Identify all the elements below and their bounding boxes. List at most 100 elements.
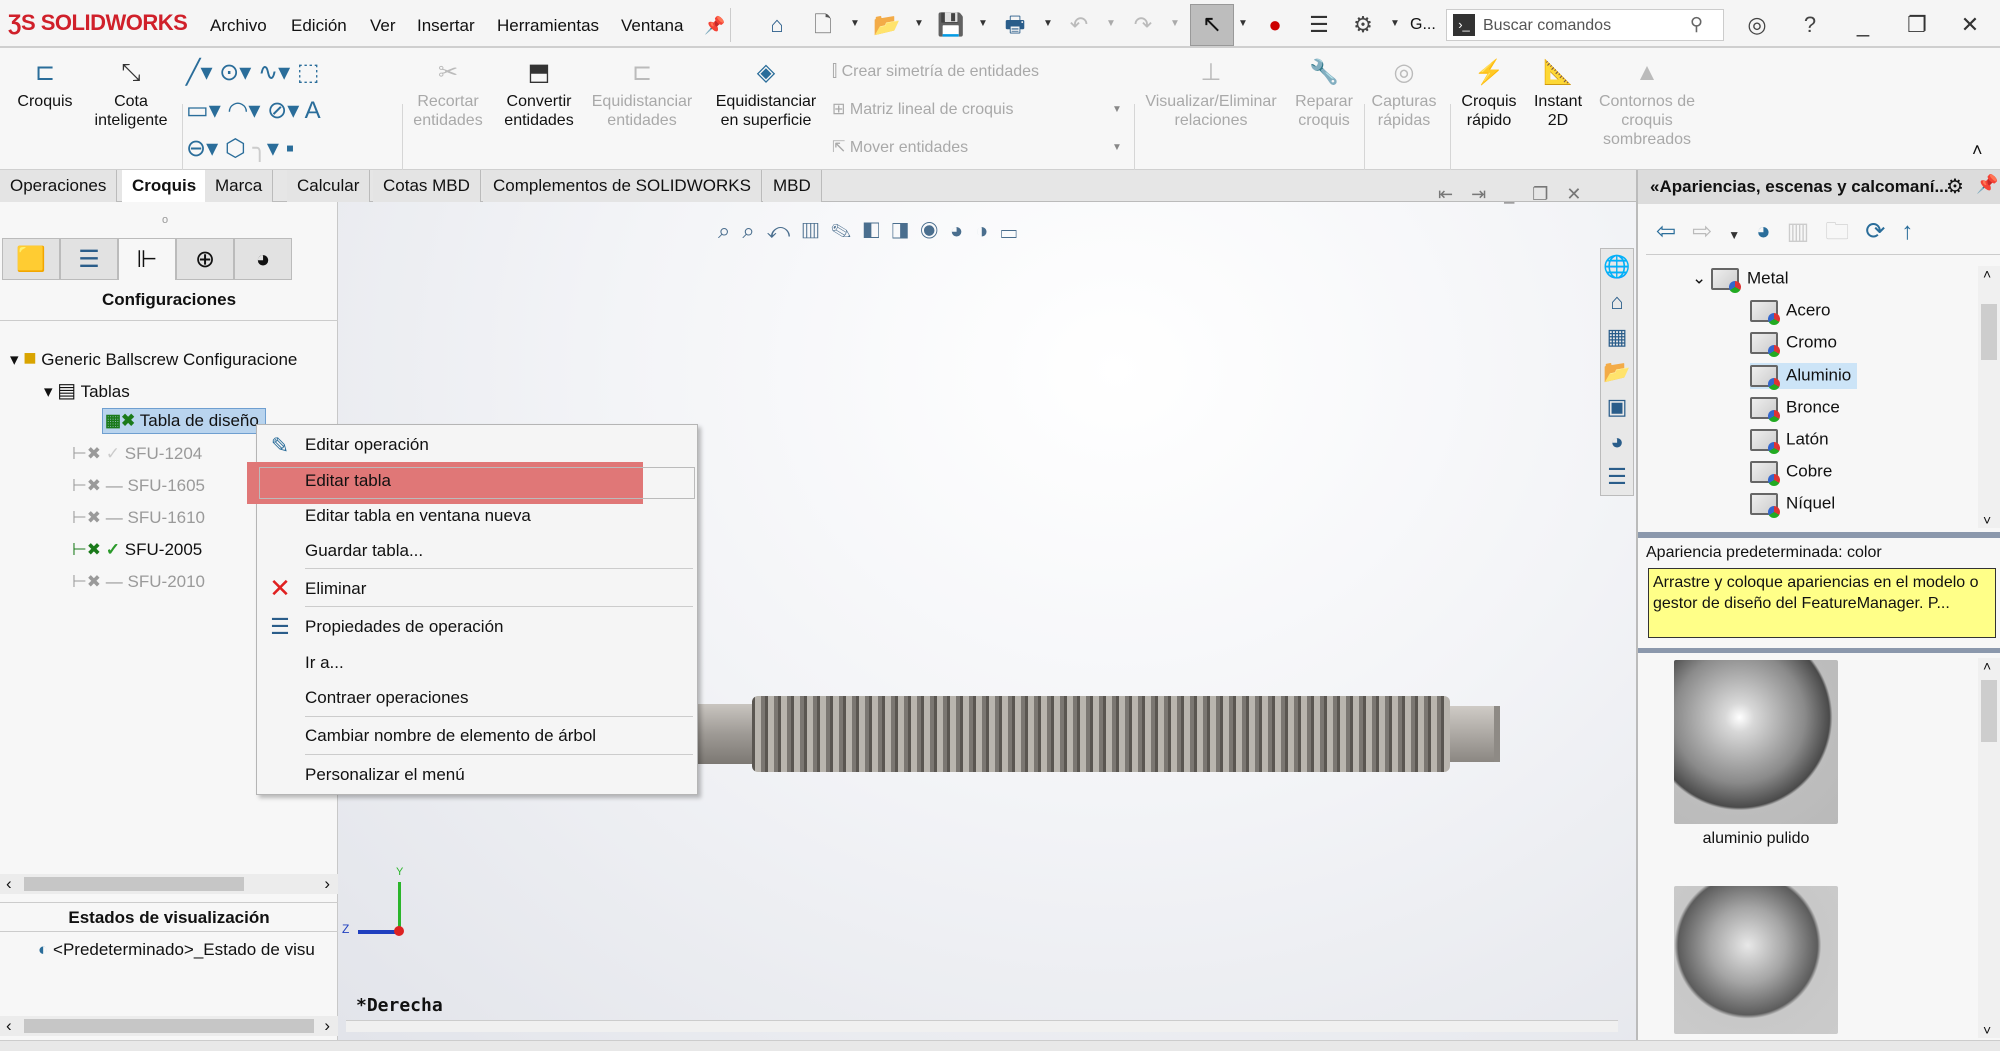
edit-appearance-icon[interactable]: ◕ xyxy=(950,218,975,243)
featuremanager-tab-icon[interactable]: 🟨 xyxy=(2,238,60,280)
appearance-thumbnail[interactable] xyxy=(1674,886,1838,1034)
hide-show-icon[interactable]: ◉ xyxy=(920,218,949,243)
circle-icon[interactable]: ⊙ xyxy=(219,59,239,86)
solidworks-logo[interactable]: ƷS SOLIDWORKS xyxy=(8,10,188,36)
capturas-rapidas-button[interactable]: ◎ Capturas rápidas xyxy=(1368,58,1440,130)
appearance-folder-item[interactable]: Bronce xyxy=(1750,397,1840,422)
print-icon[interactable]: 🖶 xyxy=(1002,12,1028,38)
menu-item-personalizar[interactable]: Personalizar el menú xyxy=(305,765,465,785)
tree-scrollbar[interactable]: ˄ ˅ xyxy=(1978,266,2000,528)
settings-gear-icon[interactable]: ⚙ xyxy=(1946,174,1964,199)
menu-ventana[interactable]: Ventana xyxy=(621,16,683,36)
folder-metal[interactable]: ⌄ Metal xyxy=(1692,268,1789,293)
menu-item-eliminar[interactable]: Eliminar xyxy=(305,579,366,599)
appearance-folder-item[interactable]: Latón xyxy=(1750,429,1829,454)
close-doc-icon[interactable]: ✕ xyxy=(1566,184,1599,204)
menu-herramientas[interactable]: Herramientas xyxy=(497,16,599,36)
menu-item-guardar-tabla[interactable]: Guardar tabla... xyxy=(305,541,423,561)
config-item-active[interactable]: ⊢✖ ✓ SFU-2005 xyxy=(72,540,202,560)
user-account-icon[interactable]: ◎ xyxy=(1744,12,1770,38)
croquis-button[interactable]: ⊏ Croquis xyxy=(10,58,80,111)
pin-icon[interactable]: 📌 xyxy=(1976,174,1998,195)
configurationmanager-tab-icon[interactable]: ⊩ xyxy=(118,238,176,280)
cota-inteligente-button[interactable]: ⤡ Cota inteligente xyxy=(86,58,176,130)
search-commands-input[interactable]: ›_ Buscar comandos ⚲ xyxy=(1446,9,1724,41)
appearance-ball-icon[interactable]: ◕ xyxy=(1601,424,1633,459)
custom-properties-icon[interactable]: ☰ xyxy=(1601,459,1633,494)
config-item[interactable]: ⊢✖ — SFU-2010 xyxy=(72,572,205,592)
convertir-button[interactable]: ⬒ Convertir entidades xyxy=(494,58,584,130)
solidworks-resources-icon[interactable]: 🌐 xyxy=(1601,249,1633,284)
menu-item-cambiar-nombre[interactable]: Cambiar nombre de elemento de árbol xyxy=(305,726,596,746)
tab-mbd[interactable]: MBD xyxy=(763,170,822,202)
appearance-folder-item-selected[interactable]: Aluminio xyxy=(1750,363,1858,390)
view-settings-icon[interactable]: ▭ xyxy=(1000,218,1029,243)
equidistanciar-superficie-button[interactable]: ◈ Equidistanciar en superficie xyxy=(706,58,826,130)
propertymanager-tab-icon[interactable]: ☰ xyxy=(60,238,118,280)
menu-item-ir-a[interactable]: Ir a... xyxy=(305,653,344,673)
file-properties-icon[interactable]: ☰ xyxy=(1306,12,1332,38)
dynamic-annotation-icon[interactable]: ✎ xyxy=(831,218,863,243)
ellipse-icon[interactable]: ⊘ xyxy=(267,97,287,124)
restore-doc-icon[interactable]: ❐ xyxy=(1532,184,1566,204)
menu-item-editar-tabla-ventana[interactable]: Editar tabla en ventana nueva xyxy=(305,506,531,526)
add-folder-icon[interactable]: 🗀 xyxy=(1825,218,1865,245)
menu-item-editar-operacion[interactable]: Editar operación xyxy=(305,435,429,455)
view-orientation-icon[interactable]: ◧ xyxy=(863,218,892,243)
minimize-icon[interactable]: _ xyxy=(1850,12,1876,38)
construction-icon[interactable]: ⬚ xyxy=(297,59,320,86)
restore-icon[interactable]: ❐ xyxy=(1904,12,1930,38)
tree-horizontal-scrollbar[interactable]: ‹ › xyxy=(0,874,338,894)
appearance-folder-item[interactable]: Acero xyxy=(1750,300,1830,325)
pane-splitter[interactable] xyxy=(1638,532,2000,538)
display-manager-tab-icon[interactable]: ◕ xyxy=(234,238,292,280)
thumbnail-scrollbar[interactable]: ˄ ˅ xyxy=(1978,658,2000,1038)
simetria-button[interactable]: ⫿ Crear simetría de entidades xyxy=(832,62,1039,81)
panel-splitter-handle[interactable]: o xyxy=(162,214,168,226)
config-item[interactable]: ⊢✖ — SFU-1605 xyxy=(72,476,205,496)
dimxpert-tab-icon[interactable]: ⊕ xyxy=(176,238,234,280)
rebuild-traffic-light-icon[interactable]: ● xyxy=(1262,12,1288,38)
pin-icon[interactable]: 📌 xyxy=(704,16,725,36)
add-library-icon[interactable]: ▥ xyxy=(1787,218,1826,245)
text-icon[interactable]: A xyxy=(305,97,321,124)
croquis-rapido-button[interactable]: ⚡ Croquis rápido xyxy=(1454,58,1524,130)
previous-icon[interactable]: ⇤ xyxy=(1438,184,1471,204)
help-icon[interactable]: ? xyxy=(1797,12,1823,38)
menu-item-editar-tabla[interactable]: Editar tabla xyxy=(305,471,391,491)
point-icon[interactable]: ▪ xyxy=(286,135,295,162)
equidistanciar-button[interactable]: ⊏ Equidistanciar entidades xyxy=(586,58,698,130)
contornos-sombreados-button[interactable]: ▲ Contornos de croquis sombreados xyxy=(1596,58,1698,149)
display-style-icon[interactable]: ◨ xyxy=(892,218,921,243)
history-dropdown-icon[interactable]: ▼ xyxy=(1728,228,1756,242)
undo-icon[interactable]: ↶ xyxy=(1066,12,1092,38)
previous-view-icon[interactable]: ↶ xyxy=(767,218,803,243)
viewport-scrollbar[interactable] xyxy=(346,1020,1618,1032)
menu-edicion[interactable]: Edición xyxy=(291,16,347,36)
menu-archivo[interactable]: Archivo xyxy=(210,16,267,36)
tab-complementos[interactable]: Complementos de SOLIDWORKS xyxy=(483,170,762,202)
view-palette-icon[interactable]: 📂 xyxy=(1601,354,1633,389)
options-gear-icon[interactable]: ⚙ xyxy=(1350,12,1376,38)
arc-icon[interactable]: ◠ xyxy=(227,97,248,124)
tab-calcular[interactable]: Calcular xyxy=(287,170,371,202)
new-document-icon[interactable]: 🗋 xyxy=(810,12,836,38)
display-state-item[interactable]: ◐ <Predeterminado>_Estado de visu xyxy=(38,940,315,960)
tab-marca[interactable]: Marca xyxy=(205,170,274,202)
collapse-ribbon-icon[interactable]: ˄ xyxy=(1972,140,1983,161)
menu-insertar[interactable]: Insertar xyxy=(417,16,475,36)
line-icon[interactable]: ╱ xyxy=(186,59,200,86)
redo-icon[interactable]: ↷ xyxy=(1130,12,1156,38)
back-icon[interactable]: ⇦ xyxy=(1656,218,1692,245)
open-icon[interactable]: 📂 xyxy=(873,12,900,38)
appearance-folder-item[interactable]: Cromo xyxy=(1750,332,1837,357)
section-view-icon[interactable]: ▥ xyxy=(802,218,831,243)
recortar-button[interactable]: ✂ Recortar entidades xyxy=(408,58,488,130)
tab-cotas-mbd[interactable]: Cotas MBD xyxy=(373,170,481,202)
edit-appearance-icon[interactable]: ◕ xyxy=(1756,218,1787,245)
instant-2d-button[interactable]: 📐 Instant 2D xyxy=(1526,58,1590,130)
zoom-area-icon[interactable]: ⌕ xyxy=(742,218,766,243)
appearance-thumbnail-aluminio-pulido[interactable] xyxy=(1674,660,1838,824)
tree-root[interactable]: ▾ ■ Generic Ballscrew Configuracione xyxy=(10,345,297,371)
config-item[interactable]: ⊢✖ ✓ SFU-1204 xyxy=(72,444,202,464)
